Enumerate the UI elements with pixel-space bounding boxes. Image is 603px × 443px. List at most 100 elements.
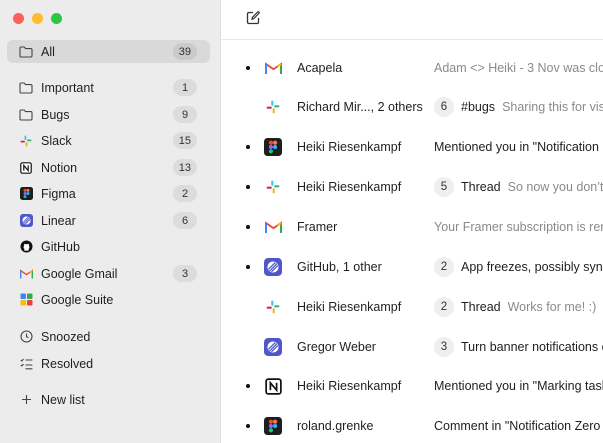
thread-count: 3	[434, 337, 454, 357]
sender-name: Acapela	[297, 61, 343, 75]
unread-dot	[246, 66, 250, 70]
sidebar-item-linear[interactable]: Linear 6	[7, 209, 210, 232]
figma-icon	[19, 187, 33, 201]
list-item[interactable]: GitHub, 1 other 2 App freezes, possibly …	[221, 247, 603, 287]
sidebar-item-bugs[interactable]: Bugs 9	[7, 103, 210, 126]
compose-icon[interactable]	[245, 10, 261, 26]
slack-icon	[264, 178, 282, 196]
thread-count: 6	[434, 97, 454, 117]
message-content: Your Framer subscription is rene	[434, 220, 603, 234]
sender-name: Heiki Riesenkampf	[297, 300, 402, 314]
list-item[interactable]: Gregor Weber 3 Turn banner notifications…	[221, 327, 603, 367]
count-badge: 13	[172, 159, 197, 176]
minimize-window-button[interactable]	[32, 13, 43, 24]
sender-name: roland.grenke	[297, 419, 374, 433]
unread-dot	[246, 145, 250, 149]
sidebar-item-important[interactable]: Important 1	[7, 76, 210, 99]
message-content: Adam <> Heiki - 3 Nov was clos	[434, 61, 603, 75]
sidebar-item-label: Resolved	[41, 356, 94, 371]
sender-name: Richard Mir..., 2 others	[297, 100, 423, 114]
unread-dot	[246, 384, 250, 388]
sidebar-item-figma[interactable]: Figma 2	[7, 182, 210, 205]
slack-icon	[264, 98, 282, 116]
window-controls	[13, 13, 62, 24]
sidebar-item-github[interactable]: GitHub	[7, 235, 210, 258]
message-preview: So now you don’t	[507, 180, 603, 194]
unread-dot	[246, 265, 250, 269]
count-badge: 2	[173, 185, 197, 202]
notion-icon	[19, 161, 33, 175]
sidebar-item-label: Google Suite	[41, 292, 114, 307]
sender-name: Framer	[297, 220, 338, 234]
sidebar: All 39 Important 1 Bugs 9 Slack 15 Notio…	[0, 0, 221, 443]
sidebar-item-slack[interactable]: Slack 15	[7, 129, 210, 152]
message-content: 2 App freezes, possibly sync	[434, 257, 603, 277]
list-item[interactable]: Heiki Riesenkampf Mentioned you in "Noti…	[221, 127, 603, 167]
checklist-icon	[19, 357, 33, 371]
unread-dot	[246, 225, 250, 229]
message-preview: Your Framer subscription is rene	[434, 220, 603, 234]
slack-icon	[264, 298, 282, 316]
plus-icon	[19, 393, 33, 407]
folder-icon	[19, 81, 33, 95]
gmail-icon	[19, 267, 33, 281]
count-badge: 3	[173, 265, 197, 282]
thread-count: 5	[434, 177, 454, 197]
sidebar-item-snoozed[interactable]: Snoozed	[7, 325, 210, 348]
unread-dot	[246, 424, 250, 428]
zoom-window-button[interactable]	[51, 13, 62, 24]
thread-count: 2	[434, 257, 454, 277]
sender-name: Heiki Riesenkampf	[297, 180, 402, 194]
folder-icon	[19, 45, 33, 59]
message-title: App freezes, possibly sync	[461, 260, 603, 274]
list-item[interactable]: Framer Your Framer subscription is rene	[221, 207, 603, 247]
sidebar-item-resolved[interactable]: Resolved	[7, 352, 210, 375]
folder-icon	[19, 108, 33, 122]
sidebar-item-notion[interactable]: Notion 13	[7, 156, 210, 179]
sidebar-item-google-suite[interactable]: Google Suite	[7, 288, 210, 311]
message-title: Mentioned you in "Marking task	[434, 379, 603, 393]
message-content: Mentioned you in "Marking task	[434, 379, 603, 393]
count-badge: 1	[173, 79, 197, 96]
sender-name: Gregor Weber	[297, 340, 376, 354]
count-badge: 39	[172, 43, 197, 60]
close-window-button[interactable]	[13, 13, 24, 24]
message-title: #bugs	[461, 100, 496, 114]
sender-name: Heiki Riesenkampf	[297, 379, 402, 393]
list-item[interactable]: Acapela Adam <> Heiki - 3 Nov was clos	[221, 48, 603, 88]
message-preview: Works for me! :)	[507, 300, 597, 314]
count-badge: 6	[173, 212, 197, 229]
message-preview: Sharing this for vis	[502, 100, 603, 114]
linear-icon	[264, 338, 282, 356]
unread-dot	[246, 185, 250, 189]
message-title: Thread	[461, 300, 501, 314]
list-item[interactable]: roland.grenke Comment in "Notification Z…	[221, 406, 603, 443]
linear-icon	[19, 214, 33, 228]
message-title: Thread	[461, 180, 501, 194]
message-title: Mentioned you in "Notification	[434, 140, 599, 154]
google-suite-icon	[19, 293, 33, 307]
list-item[interactable]: Heiki Riesenkampf 2 Thread Works for me!…	[221, 287, 603, 327]
sidebar-item-label: GitHub	[41, 239, 80, 254]
message-content: Comment in "Notification Zero	[434, 419, 600, 433]
sidebar-item-google-gmail[interactable]: Google Gmail 3	[7, 262, 210, 285]
message-title: Comment in "Notification Zero	[434, 419, 601, 433]
sidebar-item-label: New list	[41, 392, 85, 407]
sender-name: Heiki Riesenkampf	[297, 140, 402, 154]
gmail-icon	[264, 59, 282, 77]
toolbar	[221, 0, 603, 40]
clock-icon	[19, 330, 33, 344]
sender-name: GitHub, 1 other	[297, 260, 382, 274]
gmail-icon	[264, 218, 282, 236]
figma-icon	[264, 138, 282, 156]
count-badge: 9	[173, 106, 197, 123]
sidebar-item-all[interactable]: All 39	[7, 40, 210, 63]
slack-icon	[19, 134, 33, 148]
new-list-button[interactable]: New list	[7, 388, 210, 411]
list-item[interactable]: Heiki Riesenkampf Mentioned you in "Mark…	[221, 366, 603, 406]
list-item[interactable]: Heiki Riesenkampf 5 Thread So now you do…	[221, 167, 603, 207]
list-item[interactable]: Richard Mir..., 2 others 6 #bugs Sharing…	[221, 87, 603, 127]
linear-icon	[264, 258, 282, 276]
thread-count: 2	[434, 297, 454, 317]
sidebar-item-label: Snoozed	[41, 329, 91, 344]
